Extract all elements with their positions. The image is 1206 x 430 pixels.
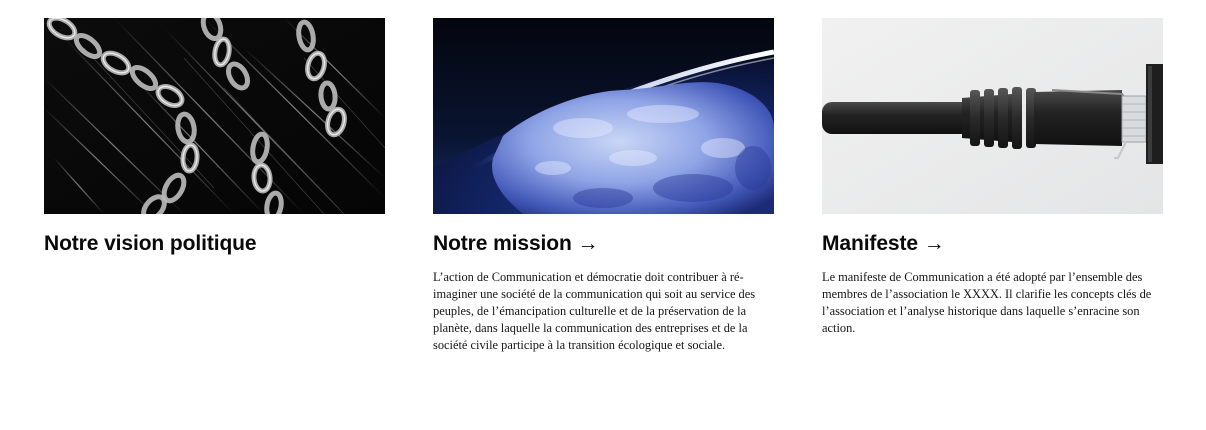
card-title-mission-link[interactable]: Notre mission → [433,231,774,257]
network-cable-image [822,18,1163,214]
chains-image [44,18,385,214]
card-manifeste: Manifeste → Le manifeste de Communicatio… [822,18,1163,337]
card-vision-politique: Notre vision politique [44,18,385,257]
ice-planet-image [433,18,774,214]
card-title-vision-politique: Notre vision politique [44,232,257,255]
card-text-manifeste: Le manifeste de Communication a été adop… [822,270,1152,335]
card-mission: Notre mission → L’action de Communicatio… [433,18,774,354]
card-title-manifeste-link[interactable]: Manifeste → [822,231,1163,257]
card-text-mission: L’action de Communication et démocratie … [433,270,756,352]
